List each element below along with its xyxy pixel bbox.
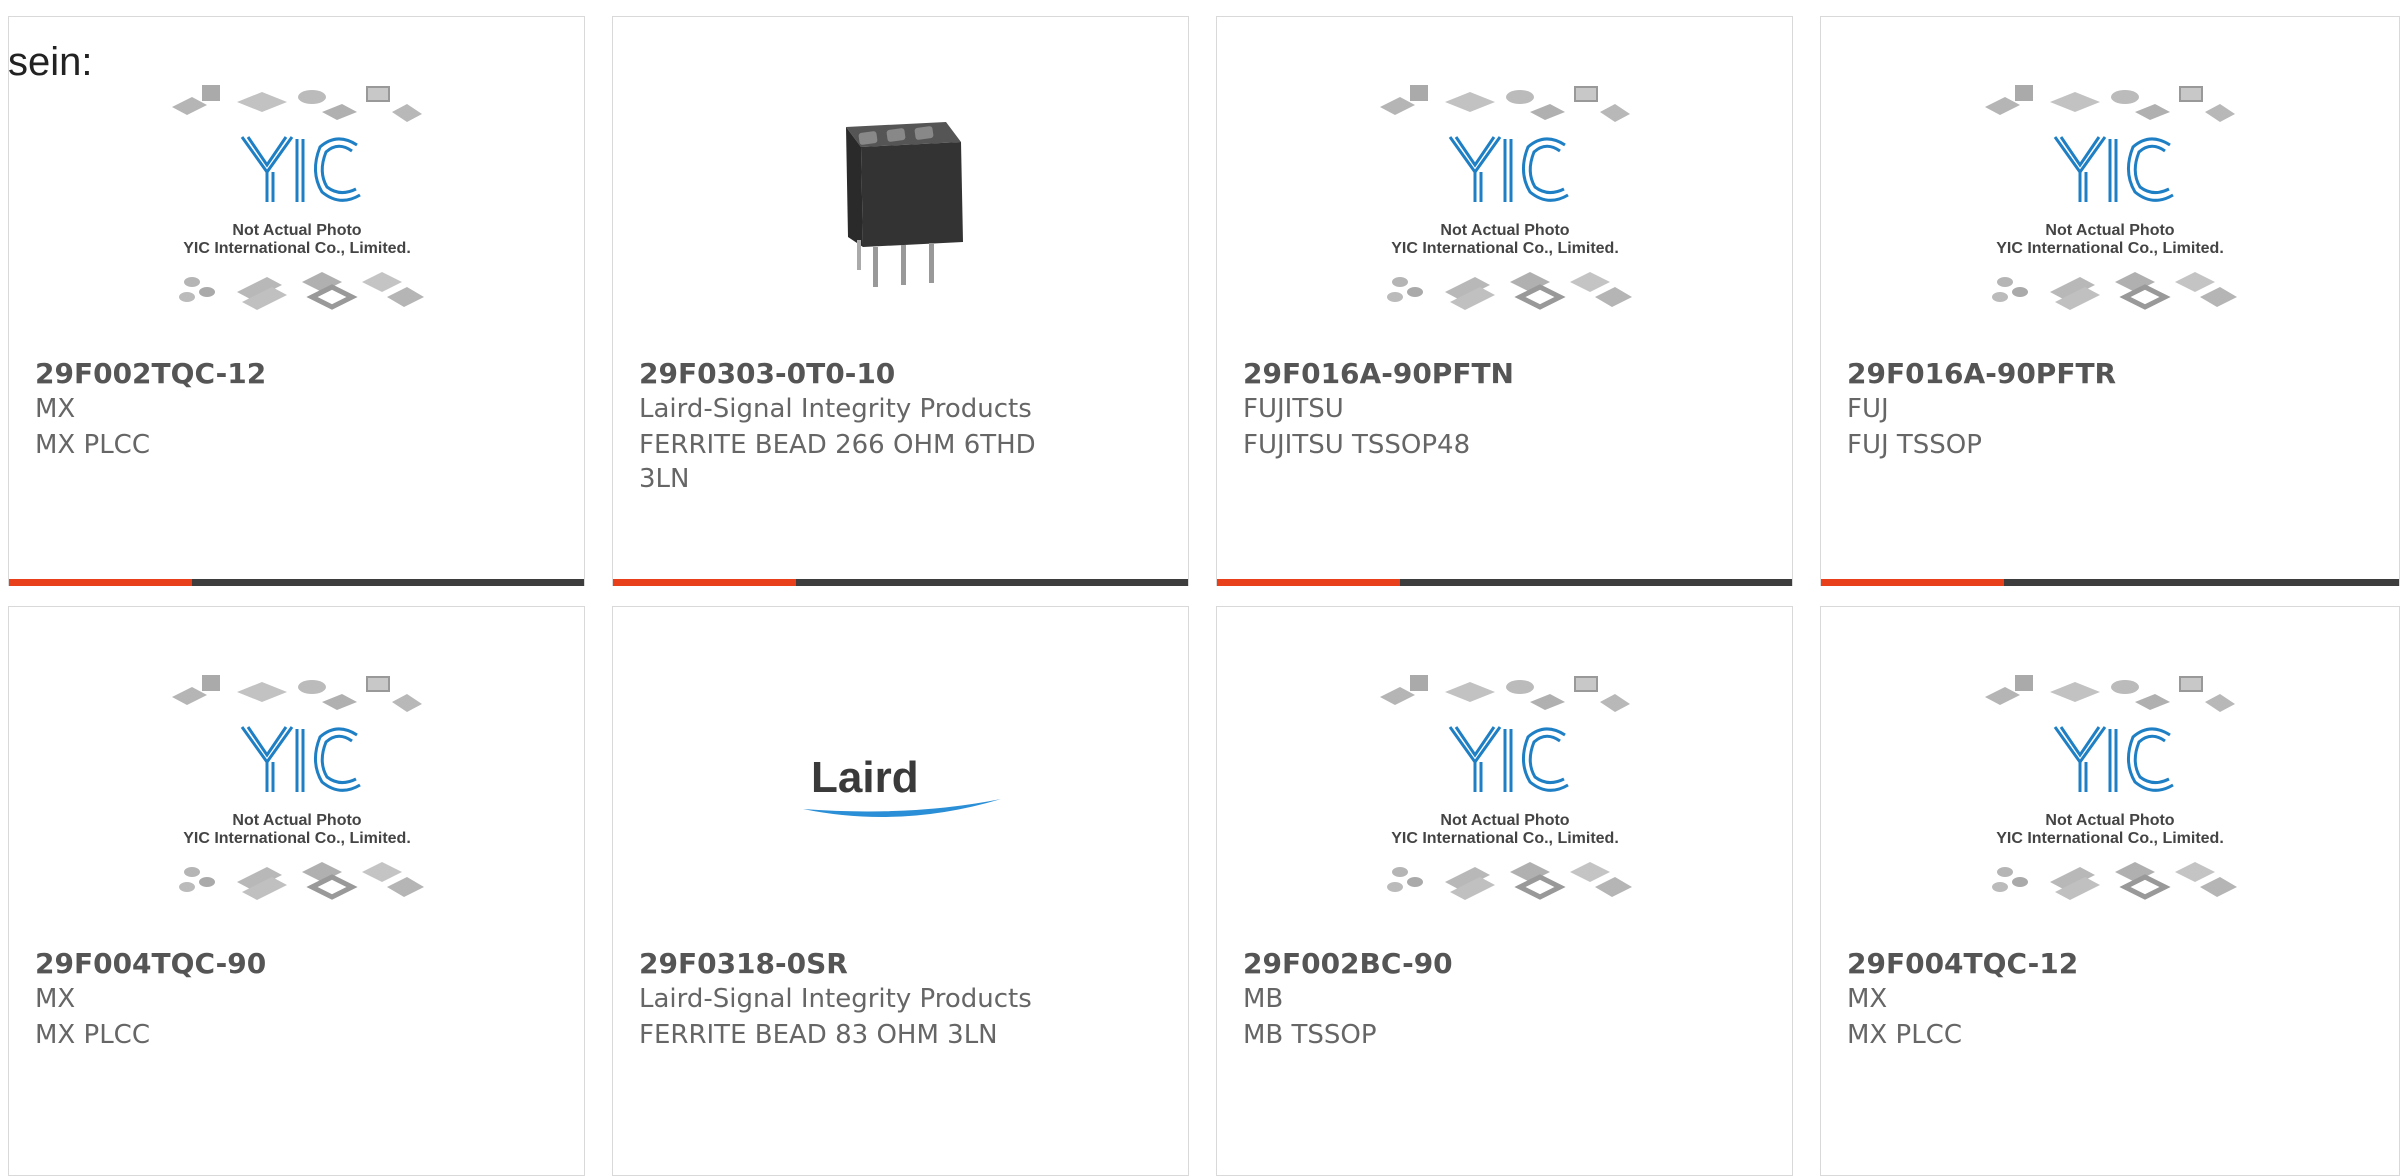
product-image[interactable] (613, 77, 1188, 317)
section-heading: sein: (8, 40, 93, 84)
part-number[interactable]: 29F004TQC-90 (35, 947, 266, 980)
placeholder-image: Not Actual Photo YIC International Co., … (1370, 77, 1640, 317)
product-image[interactable]: Not Actual Photo YIC International Co., … (9, 667, 584, 907)
description: FERRITE BEAD 266 OHM 6THD 3LN (639, 430, 1036, 494)
part-number[interactable]: 29F016A-90PFTR (1847, 357, 2116, 390)
manufacturer: MX (1847, 984, 1888, 1014)
part-number[interactable]: 29F002BC-90 (1243, 947, 1453, 980)
product-image[interactable]: Not Actual Photo YIC International Co., … (1217, 667, 1792, 907)
product-card[interactable]: Not Actual Photo YIC International Co., … (1820, 16, 2400, 586)
description: FERRITE BEAD 83 OHM 3LN (639, 1020, 998, 1050)
description: FUJ TSSOP (1847, 430, 1982, 460)
part-number[interactable]: 29F0303-0T0-10 (639, 357, 895, 390)
description: MX PLCC (35, 430, 150, 460)
product-card[interactable]: Not Actual Photo YIC International Co., … (1820, 606, 2400, 1176)
placeholder-image: Not Actual Photo YIC International Co., … (1975, 667, 2245, 907)
manufacturer: Laird-Signal Integrity Products (639, 394, 1032, 424)
card-bar (1217, 579, 1792, 586)
part-number[interactable]: 29F004TQC-12 (1847, 947, 2078, 980)
placeholder-line2: YIC International Co., Limited. (183, 830, 411, 847)
product-image[interactable]: Laird (613, 667, 1188, 907)
placeholder-line2: YIC International Co., Limited. (1996, 830, 2224, 847)
placeholder-line2: YIC International Co., Limited. (183, 240, 411, 257)
product-image[interactable]: Not Actual Photo YIC International Co., … (9, 77, 584, 317)
card-bar-accent (1217, 579, 1400, 586)
card-bar-accent (9, 579, 192, 586)
placeholder-line1: Not Actual Photo (232, 812, 361, 829)
product-card[interactable]: Not Actual Photo YIC International Co., … (1216, 606, 1793, 1176)
product-card[interactable]: Laird 29F0318-0SR Laird-Signal Integrity… (612, 606, 1189, 1176)
description: MB TSSOP (1243, 1020, 1377, 1050)
ferrite-bead-photo (800, 97, 1001, 297)
card-bar (1821, 579, 2399, 586)
product-card[interactable]: Not Actual Photo YIC International Co., … (8, 16, 585, 586)
manufacturer: MX (35, 984, 76, 1014)
placeholder-line1: Not Actual Photo (1440, 812, 1569, 829)
laird-logo: Laird (802, 753, 1001, 817)
card-bar (9, 579, 584, 586)
laird-logo-text: Laird (811, 753, 919, 802)
card-bar-accent (1821, 579, 2004, 586)
placeholder-line2: YIC International Co., Limited. (1391, 830, 1619, 847)
product-card[interactable]: 29F0303-0T0-10 Laird-Signal Integrity Pr… (612, 16, 1189, 586)
product-image[interactable]: Not Actual Photo YIC International Co., … (1821, 667, 2399, 907)
manufacturer: MX (35, 394, 76, 424)
manufacturer: FUJ (1847, 394, 1889, 424)
manufacturer: FUJITSU (1243, 394, 1344, 424)
product-card[interactable]: Not Actual Photo YIC International Co., … (8, 606, 585, 1176)
part-number[interactable]: 29F0318-0SR (639, 947, 848, 980)
part-number[interactable]: 29F016A-90PFTN (1243, 357, 1514, 390)
manufacturer: Laird-Signal Integrity Products (639, 984, 1032, 1014)
card-bar-accent (613, 579, 796, 586)
part-number[interactable]: 29F002TQC-12 (35, 357, 266, 390)
product-image[interactable]: Not Actual Photo YIC International Co., … (1217, 77, 1792, 317)
placeholder-image: Not Actual Photo YIC International Co., … (1975, 77, 2245, 317)
card-bar (613, 579, 1188, 586)
placeholder-image: Not Actual Photo YIC International Co., … (162, 667, 432, 907)
product-card[interactable]: Not Actual Photo YIC International Co., … (1216, 16, 1793, 586)
placeholder-line1: Not Actual Photo (2045, 222, 2174, 239)
description: MX PLCC (35, 1020, 150, 1050)
placeholder-image: Not Actual Photo YIC International Co., … (1370, 667, 1640, 907)
placeholder-line2: YIC International Co., Limited. (1391, 240, 1619, 257)
placeholder-line1: Not Actual Photo (2045, 812, 2174, 829)
description: FUJITSU TSSOP48 (1243, 430, 1471, 460)
placeholder-line1: Not Actual Photo (232, 222, 361, 239)
description: MX PLCC (1847, 1020, 1962, 1050)
product-image[interactable]: Not Actual Photo YIC International Co., … (1821, 77, 2399, 317)
placeholder-line1: Not Actual Photo (1440, 222, 1569, 239)
placeholder-image: Not Actual Photo YIC International Co., … (162, 77, 432, 317)
manufacturer: MB (1243, 984, 1284, 1014)
placeholder-line2: YIC International Co., Limited. (1996, 240, 2224, 257)
